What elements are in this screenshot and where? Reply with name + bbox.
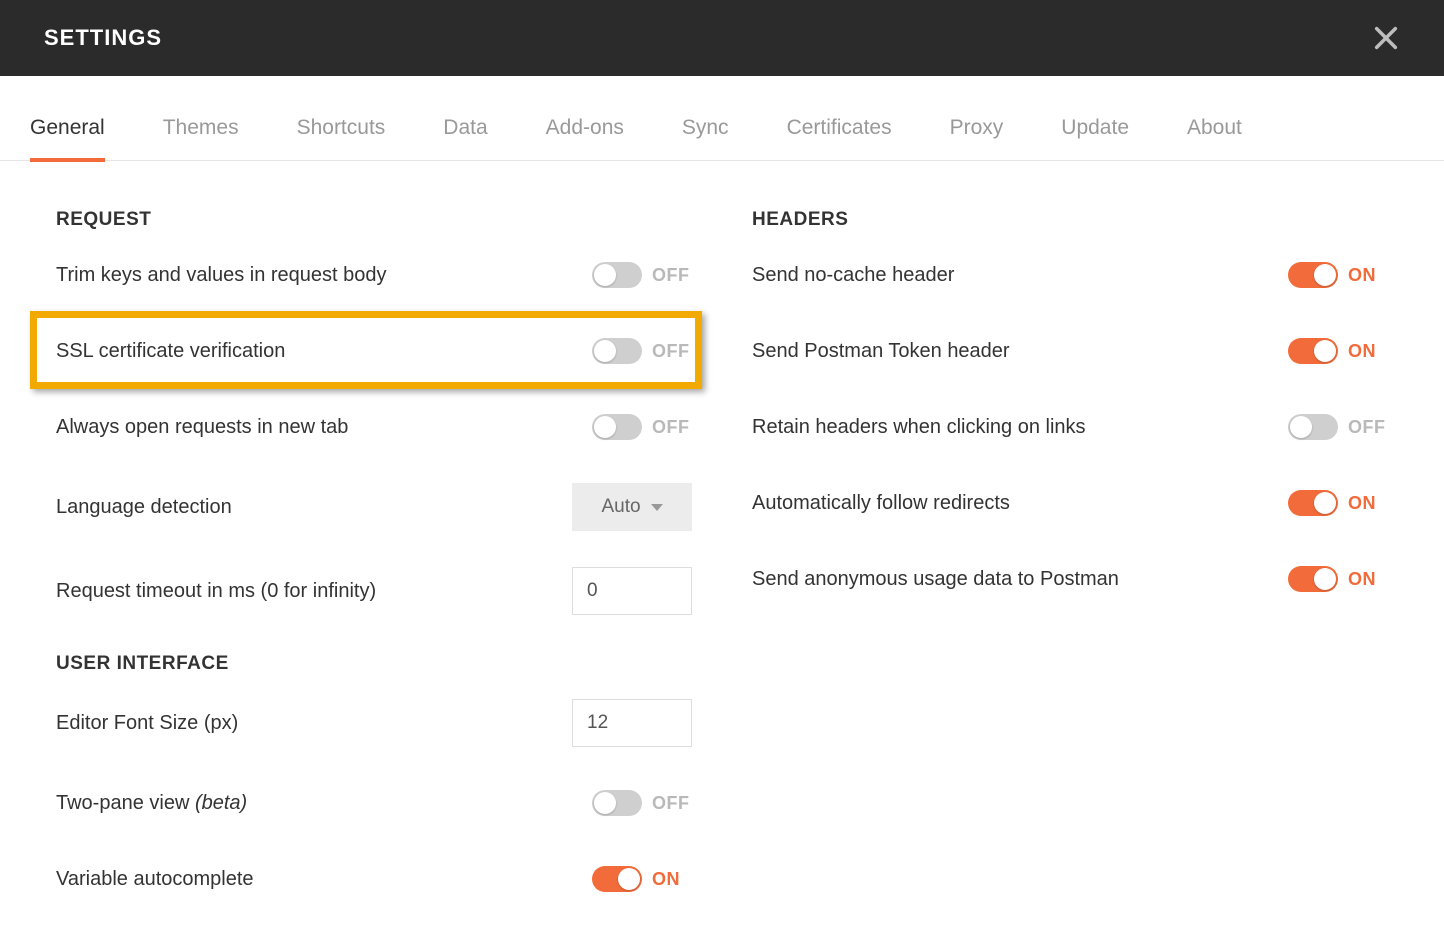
toggle-text: OFF <box>1348 417 1388 438</box>
toggle-track <box>592 866 642 892</box>
row-usage: Send anonymous usage data to Postman ON <box>752 559 1388 599</box>
label-twopane-beta: (beta) <box>195 792 247 814</box>
toggle-track <box>592 262 642 288</box>
toggle-text: ON <box>1348 265 1388 286</box>
toggle-text: ON <box>1348 493 1388 514</box>
input-fontsize[interactable] <box>572 699 692 747</box>
row-retain: Retain headers when clicking on links OF… <box>752 407 1388 447</box>
label-trim: Trim keys and values in request body <box>56 264 387 287</box>
row-redirects: Automatically follow redirects ON <box>752 483 1388 523</box>
row-ssl: SSL certificate verification OFF <box>56 331 692 371</box>
row-fontsize: Editor Font Size (px) <box>56 699 692 747</box>
tab-data[interactable]: Data <box>443 116 487 162</box>
toggle-knob <box>1290 416 1312 438</box>
toggle-retain[interactable]: OFF <box>1288 414 1388 440</box>
label-fontsize: Editor Font Size (px) <box>56 712 238 735</box>
right-column: HEADERS Send no-cache header ON Send Pos… <box>752 209 1388 935</box>
toggle-text: ON <box>652 869 692 890</box>
row-token: Send Postman Token header ON <box>752 331 1388 371</box>
toggle-autocomp[interactable]: ON <box>592 866 692 892</box>
toggle-track <box>592 414 642 440</box>
settings-tabs: General Themes Shortcuts Data Add-ons Sy… <box>0 76 1444 161</box>
close-icon[interactable] <box>1372 24 1400 52</box>
row-autocomp: Variable autocomplete ON <box>56 859 692 899</box>
label-autocomp: Variable autocomplete <box>56 868 254 891</box>
toggle-text: OFF <box>652 793 692 814</box>
toggle-usage[interactable]: ON <box>1288 566 1388 592</box>
select-langdet-value: Auto <box>601 496 640 518</box>
tab-about[interactable]: About <box>1187 116 1242 162</box>
label-usage: Send anonymous usage data to Postman <box>752 568 1119 591</box>
tab-proxy[interactable]: Proxy <box>950 116 1004 162</box>
tab-certificates[interactable]: Certificates <box>787 116 892 162</box>
tab-sync[interactable]: Sync <box>682 116 729 162</box>
label-twopane: Two-pane view (beta) <box>56 792 247 815</box>
toggle-track <box>1288 262 1338 288</box>
toggle-newtab[interactable]: OFF <box>592 414 692 440</box>
toggle-text: ON <box>1348 341 1388 362</box>
section-ui-title: USER INTERFACE <box>56 653 692 675</box>
x-icon <box>1372 24 1400 52</box>
toggle-track <box>1288 338 1338 364</box>
toggle-knob <box>594 416 616 438</box>
toggle-knob <box>1314 568 1336 590</box>
row-newtab: Always open requests in new tab OFF <box>56 407 692 447</box>
label-langdet: Language detection <box>56 496 232 519</box>
modal-header: SETTINGS <box>0 0 1444 76</box>
toggle-text: ON <box>1348 569 1388 590</box>
toggle-knob <box>1314 264 1336 286</box>
label-retain: Retain headers when clicking on links <box>752 416 1086 439</box>
label-twopane-text: Two-pane view <box>56 792 195 814</box>
toggle-text: OFF <box>652 265 692 286</box>
toggle-twopane[interactable]: OFF <box>592 790 692 816</box>
select-langdet[interactable]: Auto <box>572 483 692 531</box>
toggle-knob <box>594 264 616 286</box>
row-trim: Trim keys and values in request body OFF <box>56 255 692 295</box>
section-request-title: REQUEST <box>56 209 692 231</box>
tab-general[interactable]: General <box>30 116 105 162</box>
toggle-track <box>1288 566 1338 592</box>
toggle-knob <box>1314 492 1336 514</box>
settings-content: REQUEST Trim keys and values in request … <box>0 161 1444 935</box>
toggle-knob <box>618 868 640 890</box>
tab-shortcuts[interactable]: Shortcuts <box>297 116 386 162</box>
toggle-knob <box>1314 340 1336 362</box>
toggle-track <box>592 790 642 816</box>
toggle-track <box>1288 414 1338 440</box>
row-langdet: Language detection Auto <box>56 483 692 531</box>
toggle-knob <box>594 792 616 814</box>
toggle-track <box>1288 490 1338 516</box>
tab-themes[interactable]: Themes <box>163 116 239 162</box>
toggle-trim[interactable]: OFF <box>592 262 692 288</box>
section-headers-title: HEADERS <box>752 209 1388 231</box>
row-nocache: Send no-cache header ON <box>752 255 1388 295</box>
toggle-knob <box>594 340 616 362</box>
label-ssl: SSL certificate verification <box>56 340 285 363</box>
toggle-track <box>592 338 642 364</box>
toggle-ssl[interactable]: OFF <box>592 338 692 364</box>
label-redirects: Automatically follow redirects <box>752 492 1010 515</box>
modal-title: SETTINGS <box>44 25 162 51</box>
tab-addons[interactable]: Add-ons <box>546 116 624 162</box>
row-twopane: Two-pane view (beta) OFF <box>56 783 692 823</box>
toggle-nocache[interactable]: ON <box>1288 262 1388 288</box>
label-token: Send Postman Token header <box>752 340 1010 363</box>
chevron-down-icon <box>651 504 663 511</box>
input-timeout[interactable] <box>572 567 692 615</box>
label-nocache: Send no-cache header <box>752 264 954 287</box>
row-timeout: Request timeout in ms (0 for infinity) <box>56 567 692 615</box>
label-timeout: Request timeout in ms (0 for infinity) <box>56 580 376 603</box>
tab-update[interactable]: Update <box>1061 116 1129 162</box>
toggle-token[interactable]: ON <box>1288 338 1388 364</box>
toggle-text: OFF <box>652 341 692 362</box>
label-newtab: Always open requests in new tab <box>56 416 348 439</box>
toggle-redirects[interactable]: ON <box>1288 490 1388 516</box>
left-column: REQUEST Trim keys and values in request … <box>56 209 692 935</box>
toggle-text: OFF <box>652 417 692 438</box>
